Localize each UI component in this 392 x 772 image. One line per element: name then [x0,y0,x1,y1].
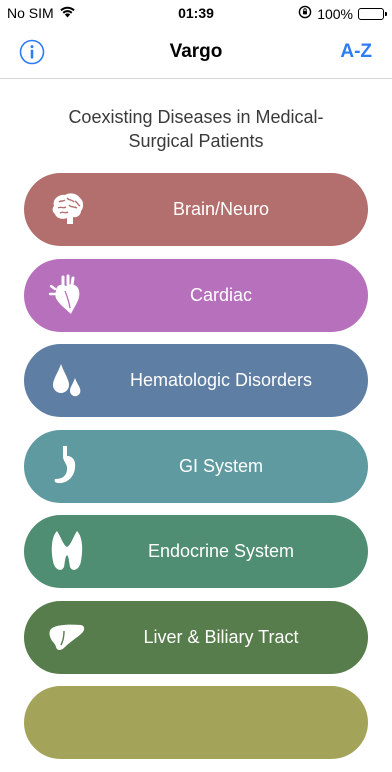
category-label: GI System [178,455,263,476]
category-label [74,686,368,759]
orientation-lock-icon [298,5,312,22]
category-gi-system[interactable]: GI System [24,429,368,503]
section-subtitle: Coexisting Diseases in Medical-Surgical … [68,107,324,151]
category-liver-biliary-tract[interactable]: Liver & Biliary Tract [24,600,368,674]
category-partial[interactable] [24,686,368,759]
category-label: Liver & Biliary Tract [143,626,299,647]
battery-percent: 100% [317,5,353,22]
category-label: Hematologic Disorders [129,370,313,390]
category-brain-neuro[interactable]: Brain/Neuro [24,173,368,246]
category-label: Cardiac [189,284,253,305]
navigation-bar: Vargo A-Z [0,26,392,79]
page-title: Vargo [169,41,223,62]
battery-icon [358,7,387,20]
category-endocrine-system[interactable]: Endocrine System [24,515,368,588]
category-hematologic-disorders[interactable]: Hematologic Disorders [24,344,368,417]
status-right: 100% [298,5,387,22]
category-list: Brain/Neuro Cardiac Hematologic Disorder… [24,173,368,772]
az-index-button[interactable]: A-Z [340,41,372,63]
category-label: Brain/Neuro [172,199,270,219]
status-bar: No SIM 01:39 100% [0,0,392,26]
category-label: Endocrine System [147,541,295,561]
category-cardiac[interactable]: Cardiac [24,258,368,332]
